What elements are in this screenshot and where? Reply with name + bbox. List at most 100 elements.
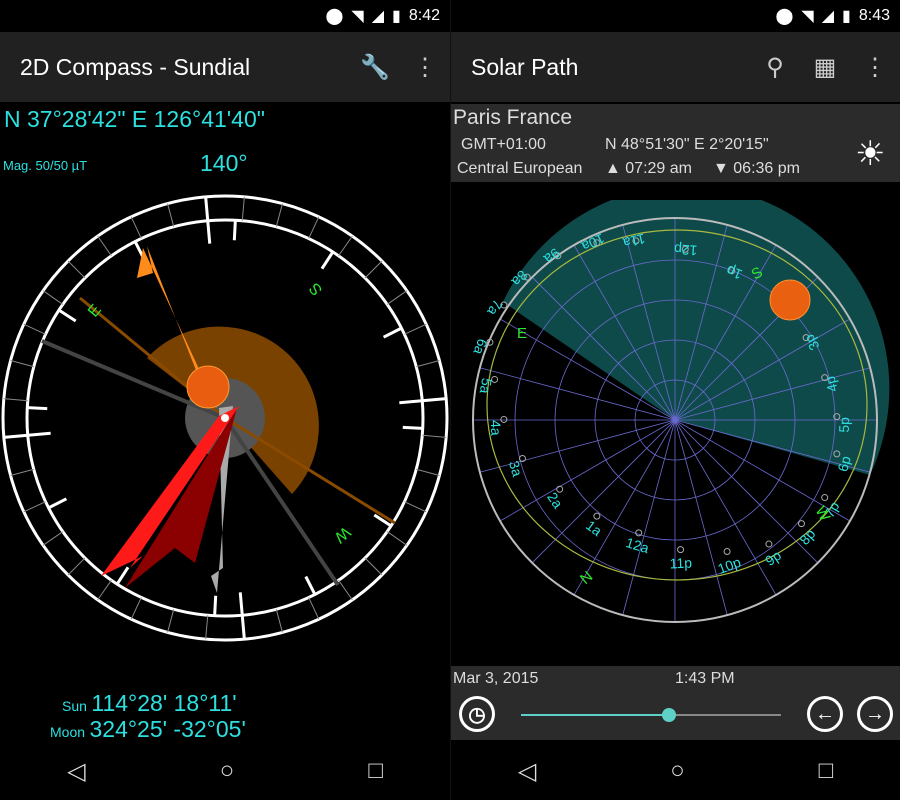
hour-label: 12p (673, 241, 698, 258)
tick-mark (67, 260, 86, 279)
clock-icon[interactable]: ◷ (459, 696, 495, 732)
tick-mark (386, 290, 408, 305)
arrow-left-icon[interactable]: ← (807, 696, 843, 732)
inner-tick (115, 566, 130, 585)
moon-label: Moon (50, 724, 86, 740)
slider-thumb[interactable] (662, 708, 677, 722)
signal-icon: ◢ (821, 8, 835, 25)
location-info[interactable]: Paris France GMT+01:00 Central European … (451, 104, 900, 182)
inner-tick (213, 595, 218, 616)
hour-label: 5p (836, 417, 852, 433)
tick-mark (416, 360, 440, 368)
tick-mark (130, 216, 142, 239)
hour-label: 4a (488, 420, 505, 436)
hour-label: 1a (583, 517, 605, 539)
time-controls: Mar 3, 2015 1:43 PM ◷ ← → (451, 666, 900, 740)
sun-position: Sun 114°28' 18°11' (62, 690, 237, 717)
location-coords: N 48°51'30" E 2°20'15" (605, 136, 769, 153)
hour-marker (821, 494, 829, 502)
tick-mark (308, 597, 320, 620)
tick-mark (422, 434, 447, 438)
hour-marker (723, 548, 731, 555)
direction-n: N (576, 567, 595, 587)
heading: 140° (200, 150, 248, 176)
sunset-time: ▼ 06:36 pm (713, 160, 800, 177)
recents-button[interactable]: □ (368, 757, 383, 785)
moon-value: 324°25' -32°05' (89, 716, 246, 742)
solar-path-chart[interactable]: 8a9a10a11a12p1p2p3p4p5p6p7p8p9p10p11p12a… (451, 200, 900, 640)
status-bar: ⬤ ◥ ◢ ▮ 8:43 (451, 0, 900, 32)
arrow-right-icon[interactable]: → (857, 696, 893, 732)
tick-mark (364, 260, 383, 279)
inner-tick (232, 220, 237, 241)
date-label[interactable]: Mar 3, 2015 (453, 670, 538, 688)
tick-mark (3, 398, 28, 402)
tick-mark (399, 397, 447, 405)
solar-path-screen: ⬤ ◥ ◢ ▮ 8:43 Solar Path ⚲ ▦ ⋮ Paris Fran… (450, 0, 900, 800)
location-icon: ⬤ (775, 8, 794, 25)
status-bar: ⬤ ◥ ◢ ▮ 8:42 (0, 0, 450, 32)
overflow-menu-icon[interactable]: ⋮ (400, 53, 450, 82)
home-button[interactable]: ○ (670, 757, 685, 785)
calendar-grid-icon[interactable]: ▦ (800, 53, 850, 82)
tick-mark (404, 323, 427, 335)
nav-bar: ◁ ○ □ (451, 742, 900, 800)
back-button[interactable]: ◁ (518, 757, 536, 786)
recents-button[interactable]: □ (819, 757, 834, 785)
app-title: 2D Compass - Sundial (20, 53, 251, 80)
tick-mark (3, 431, 51, 439)
tick-mark (167, 609, 175, 633)
location-name: Paris France (453, 106, 573, 129)
tick-mark (67, 557, 86, 576)
overflow-menu-icon[interactable]: ⋮ (850, 53, 900, 82)
azimuth-line (674, 419, 728, 616)
tick-mark (275, 609, 283, 633)
hour-marker (635, 529, 643, 537)
inner-tick (402, 425, 423, 430)
tick-mark (275, 203, 283, 227)
time-slider[interactable] (521, 708, 781, 722)
tick-mark (42, 290, 64, 305)
timezone-name: Central European (457, 160, 583, 177)
tick-mark (416, 468, 440, 476)
tick-mark (241, 196, 245, 221)
direction-s: S (306, 279, 326, 298)
back-button[interactable]: ◁ (67, 757, 85, 786)
needle-pivot (221, 414, 229, 422)
tick-mark (204, 196, 212, 244)
hour-label: 3a (506, 459, 526, 479)
wifi-icon: ◥ (801, 8, 814, 25)
nav-bar: ◁ ○ □ (0, 742, 450, 800)
hour-label: 11p (669, 555, 692, 572)
inner-tick (320, 251, 335, 270)
home-button[interactable]: ○ (220, 757, 235, 785)
tick-mark (205, 615, 209, 640)
hour-marker (765, 540, 773, 548)
status-time: 8:43 (858, 7, 890, 24)
tick-mark (364, 557, 383, 576)
status-time: 8:42 (408, 7, 440, 24)
sunrise-time: ▲ 07:29 am (605, 160, 692, 177)
direction-w: W (330, 523, 353, 546)
tick-mark (130, 597, 142, 620)
time-label[interactable]: 1:43 PM (675, 670, 735, 688)
coordinates: N 37°28'42" E 126°41'40" (4, 106, 265, 132)
inner-tick (382, 326, 403, 339)
tick-mark (10, 468, 34, 476)
location-icon: ⬤ (325, 8, 344, 25)
sun-value: 114°28' 18°11' (91, 690, 237, 716)
search-icon[interactable]: ⚲ (750, 53, 800, 82)
wrench-icon[interactable]: 🔧 (350, 53, 400, 82)
inner-tick (47, 497, 68, 510)
app-bar: Solar Path ⚲ ▦ ⋮ (451, 32, 900, 102)
hour-label: 10p (716, 554, 744, 577)
hour-label: 5a (477, 377, 496, 395)
magnetic-field: Mag. 50/50 µT (3, 158, 88, 173)
compass-dial[interactable]: E S W (0, 190, 450, 650)
hour-label: 9p (762, 547, 784, 569)
tick-mark (23, 323, 46, 335)
tick-mark (404, 501, 427, 513)
sun-icon[interactable]: ☀ (855, 134, 885, 174)
hour-marker (677, 546, 685, 554)
hour-marker (797, 520, 805, 528)
